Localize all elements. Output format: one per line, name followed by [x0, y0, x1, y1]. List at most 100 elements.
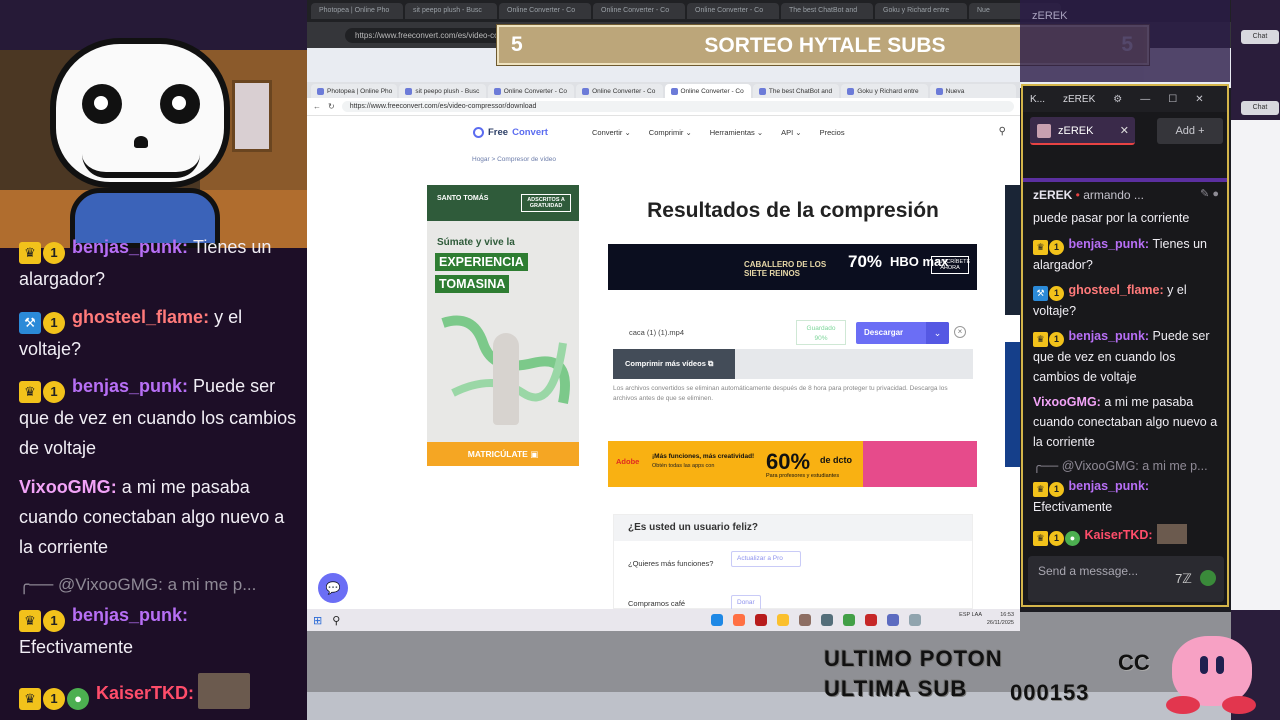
search-icon[interactable]: ⚲: [999, 126, 1006, 137]
favicon-icon: [670, 87, 678, 95]
chat-chip[interactable]: Chat: [1241, 101, 1279, 115]
browser-tab[interactable]: sit peepo plush - Busc: [399, 84, 486, 98]
popout-title-bar: K... zEREK ⚙ — ☐ ✕: [1023, 86, 1227, 112]
close-icon[interactable]: ✕: [1195, 94, 1203, 105]
crown-badge-icon: ♛: [1033, 240, 1048, 255]
hbo-max-ad[interactable]: CABALLERO DE LOS SIETE REINOS 70% HBO ma…: [608, 244, 977, 290]
chrome-icon[interactable]: [777, 614, 789, 626]
background-tab: Online Converter - Co: [499, 3, 591, 19]
tab-zerek[interactable]: zEREK ✕: [1030, 117, 1135, 145]
browser-tab[interactable]: Online Converter - Co: [576, 84, 663, 98]
settings-gear-icon[interactable]: ⚙: [1113, 94, 1122, 105]
echo-title: zEREK: [1032, 10, 1068, 22]
adobe-percent: 60%: [766, 449, 811, 474]
windows-taskbar: ⊞ ⚲ ESP LAA 16:53 26/11/2025: [307, 609, 1020, 631]
channel-status: zEREK • armando ...: [1033, 188, 1144, 202]
chat-popout-window: K... zEREK ⚙ — ☐ ✕ zEREK ✕ Add + zEREK •…: [1021, 84, 1229, 607]
left-chat-overlay: ♛ 1 benjas_punk: Tienes un alargador? ⚒ 1 …: [0, 237, 307, 720]
back-icon[interactable]: ←: [313, 102, 321, 111]
url-field[interactable]: https://www.freeconvert.com/es/video-com…: [341, 101, 1014, 112]
tab-close-icon[interactable]: ✕: [1120, 117, 1129, 145]
folder-icon[interactable]: [799, 614, 811, 626]
stream-stage: Photopea | Online Pho sit peepo plush - …: [0, 0, 1280, 720]
reload-icon[interactable]: ↻: [328, 102, 335, 111]
tab-label: zEREK: [1058, 125, 1094, 137]
adobe-ad[interactable]: Adobe ¡Más funciones, más creatividad! O…: [608, 441, 977, 487]
chat-chip[interactable]: Chat: [1241, 30, 1279, 44]
browser-tab[interactable]: The best ChatBot and: [752, 84, 840, 98]
happy-user-title: ¿Es usted un usuario feliz?: [614, 515, 972, 541]
edge-icon[interactable]: [711, 614, 723, 626]
minimize-icon[interactable]: —: [1140, 94, 1150, 105]
nav-api[interactable]: API ⌄: [781, 128, 801, 137]
hbo-ad-percent: 70%: [848, 252, 883, 271]
remove-file-close-icon[interactable]: ×: [954, 326, 966, 338]
freeconvert-logo[interactable]: Free Convert: [473, 126, 548, 138]
chat-message-input[interactable]: Send a message... 7ℤ: [1028, 556, 1224, 602]
browser-tab[interactable]: Photopea | Online Pho: [311, 84, 398, 98]
happy-user-box: ¿Es usted un usuario feliz? ¿Quieres más…: [613, 514, 973, 609]
commands-icon[interactable]: 7ℤ: [1175, 571, 1192, 586]
sub-badge: 1: [43, 242, 65, 264]
chat-text: Efectivamente: [1033, 500, 1113, 514]
university-ad[interactable]: SANTO TOMÁS ADSCRITOS A GRATUIDAD Súmate…: [427, 185, 579, 490]
add-tab-button[interactable]: Add +: [1157, 118, 1223, 144]
compress-more-button[interactable]: Comprimir más vídeos ⧉: [613, 349, 735, 379]
nav-convertir[interactable]: Convertir ⌄: [592, 128, 631, 137]
discord-icon[interactable]: [887, 614, 899, 626]
avatar-nose: [134, 136, 148, 148]
app-icon[interactable]: [755, 614, 767, 626]
tab-label: The best ChatBot and: [768, 87, 833, 95]
avatar-left-eye: [82, 84, 122, 124]
tab-label: Online Converter - Co: [503, 87, 567, 95]
moderator-hammer-icon: ⚒: [1033, 286, 1048, 301]
saved-badge: Guardado 90%: [796, 320, 846, 345]
ad-line2: EXPERIENCIA: [435, 253, 528, 271]
steam-icon[interactable]: [821, 614, 833, 626]
adobe-line2: Obtén todas las apps con: [652, 463, 715, 469]
breadcrumb[interactable]: Hogar > Compresor de vídeo: [472, 156, 556, 163]
download-options-chevron-icon[interactable]: ⌄: [926, 322, 949, 344]
pin-icon[interactable]: ✎: [1200, 188, 1209, 200]
windows-start-icon[interactable]: ⊞: [313, 614, 322, 627]
nav-herramientas[interactable]: Herramientas ⌄: [710, 128, 763, 137]
browser-tab-active[interactable]: Online Converter - Co: [664, 84, 751, 98]
sub-badge: 1: [1049, 240, 1064, 255]
valorant-icon[interactable]: [865, 614, 877, 626]
chat-username: ghosteel_flame: [72, 307, 204, 327]
tab-label: Online Converter - Co: [592, 87, 656, 95]
adobe-logo: Adobe: [616, 457, 640, 466]
chat-bubble-icon[interactable]: 💬: [318, 573, 348, 603]
favicon-icon: [405, 87, 413, 95]
ad-person: [493, 333, 519, 425]
taskbar-language[interactable]: ESP LAA: [959, 612, 982, 619]
taskbar-search-icon[interactable]: ⚲: [332, 614, 340, 627]
firefox-icon[interactable]: [733, 614, 745, 626]
background-tab: The best ChatBot and: [781, 3, 873, 19]
right-edge-page: [1231, 120, 1280, 610]
nav-comprimir[interactable]: Comprimir ⌄: [649, 128, 692, 137]
globe-icon[interactable]: [909, 614, 921, 626]
kirby-foot: [1166, 696, 1200, 714]
taskbar-clock[interactable]: 16:53 26/11/2025: [987, 611, 1014, 627]
user-icon[interactable]: ●: [1212, 188, 1219, 200]
wall-picture: [232, 80, 272, 152]
adobe-sub: Para profesores y estudiantes: [766, 473, 840, 479]
green-app-icon[interactable]: [843, 614, 855, 626]
hbo-ad-subscribe[interactable]: SUSCRÍBETE AHORA: [931, 256, 970, 274]
sub-counter: 000153: [1010, 680, 1090, 705]
browser-tab[interactable]: Goku y Richard entre: [841, 84, 928, 98]
maximize-icon[interactable]: ☐: [1168, 94, 1177, 105]
stream-status: armando ...: [1083, 188, 1144, 202]
chat-username: benjas_punk: [72, 605, 183, 625]
donate-button[interactable]: Donar: [731, 595, 761, 609]
upgrade-pro-button[interactable]: Actualizar a Pro: [731, 551, 801, 567]
browser-tab[interactable]: Online Converter - Co: [487, 84, 575, 98]
ad-cta-button[interactable]: MATRICÚLATE ▣: [427, 442, 579, 466]
nav-precios[interactable]: Precios: [820, 128, 845, 137]
emote-picker-icon[interactable]: [1200, 570, 1216, 586]
sans-skull-avatar: [50, 38, 230, 188]
tab-underline: [1023, 178, 1227, 182]
chat-username: ghosteel_flame: [1068, 283, 1160, 297]
browser-tab[interactable]: Nueva: [929, 84, 1016, 98]
